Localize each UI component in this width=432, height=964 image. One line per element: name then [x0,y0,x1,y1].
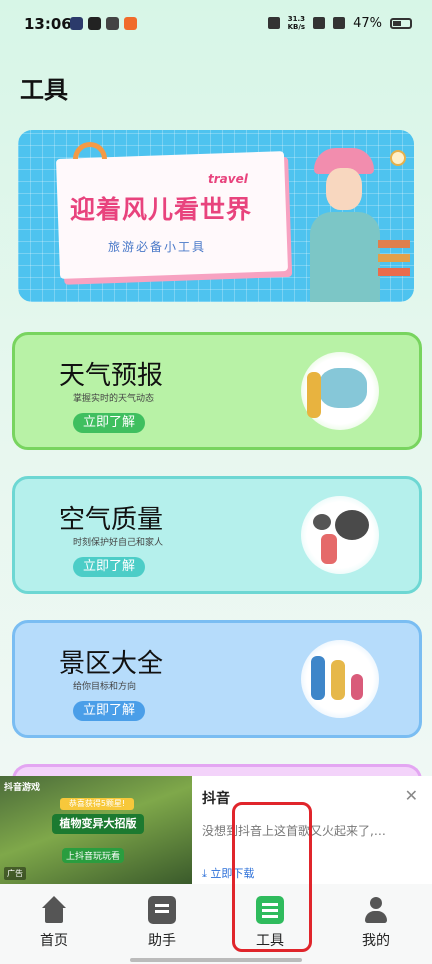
vibrate-icon [267,17,280,29]
tab-label: 首页 [40,933,68,949]
battery-icon [390,17,412,29]
smog-illustration [301,496,379,574]
app-notification-icon [70,17,83,30]
status-bar: 13:06 31.3 KB/s 47% [0,0,432,52]
download-icon: ⤓ [202,867,207,880]
person-figure [331,660,345,700]
card-description: 时刻保护好自己和家人 [73,538,164,548]
assistant-icon [148,896,176,924]
banner-subtitle: 旅游必备小工具 [108,240,207,254]
ad-stars-badge: 恭喜获得5颗星! [60,798,134,810]
learn-more-button[interactable]: 立即了解 [73,557,146,577]
app-notification-icon [106,17,119,30]
travel-banner[interactable]: travel 迎着风儿看世界 旅游必备小工具 [18,130,414,302]
traveler-body-illustration [310,212,380,302]
no-sim-icon [313,17,326,29]
weather-map-illustration [301,352,379,430]
traveler-face-illustration [326,168,362,210]
card-title: 景区大全 [59,649,164,679]
home-indicator[interactable] [130,958,302,962]
smog-cloud [335,510,369,540]
weather-forecast-card[interactable]: 天气预报 掌握实时的天气动态 立即了解 [12,332,422,450]
person-figure [351,674,363,700]
tab-home[interactable]: 首页 [24,896,84,950]
smog-cloud [313,514,331,530]
rainbow-icon [73,142,107,159]
person-figure [311,656,325,700]
person-figure [321,534,337,564]
air-quality-card[interactable]: 空气质量 时刻保护好自己和家人 立即了解 [12,476,422,594]
map-shape [319,368,367,408]
page-title: 工具 [20,76,68,104]
wifi-icon [333,17,346,29]
profile-icon [362,896,390,924]
ad-badge: 广告 [4,867,26,880]
network-speed-value: 31.3 [287,15,305,23]
ad-brand: 抖音 [202,791,230,807]
banner-tag: travel [208,172,248,186]
home-icon [40,896,68,924]
tab-label: 我的 [362,933,390,949]
learn-more-button[interactable]: 立即了解 [73,701,146,721]
battery-percent: 47% [353,15,382,31]
ad-play-button[interactable]: 上抖音玩玩看 [62,848,125,863]
tools-tab-highlight [232,802,312,952]
clock-icon [390,150,406,166]
close-icon[interactable]: ✕ [405,786,418,805]
ad-image[interactable]: 抖音游戏 恭喜获得5颗星! 植物变异大招版 上抖音玩玩看 广告 [0,776,192,884]
card-title: 天气预报 [59,361,164,391]
status-app-icons [70,17,137,30]
family-travel-illustration [301,640,379,718]
app-notification-icon [88,17,101,30]
bottom-tab-bar: 首页 助手 工具 我的 [0,884,432,964]
scenic-spots-card[interactable]: 景区大全 给你目标和方向 立即了解 [12,620,422,738]
app-notification-icon [124,17,137,30]
status-time: 13:06 [24,15,72,33]
ad-game-title: 植物变异大招版 [52,814,144,834]
card-description: 给你目标和方向 [73,682,137,692]
ad-banner[interactable]: 抖音游戏 恭喜获得5颗星! 植物变异大招版 上抖音玩玩看 广告 抖音 没想到抖音… [0,776,432,884]
tab-assistant[interactable]: 助手 [132,896,192,950]
tab-profile[interactable]: 我的 [346,896,406,950]
tab-label: 助手 [148,933,176,949]
network-speed: 31.3 KB/s [288,15,305,31]
card-title: 空气质量 [59,505,164,535]
network-speed-unit: KB/s [287,23,306,31]
card-description: 掌握实时的天气动态 [73,394,155,404]
person-figure [307,372,321,418]
banner-title: 迎着风儿看世界 [70,195,253,224]
status-indicators: 31.3 KB/s 47% [267,15,412,31]
signpost-illustration [378,240,410,248]
ad-source-label: 抖音游戏 [4,783,41,793]
learn-more-button[interactable]: 立即了解 [73,413,146,433]
